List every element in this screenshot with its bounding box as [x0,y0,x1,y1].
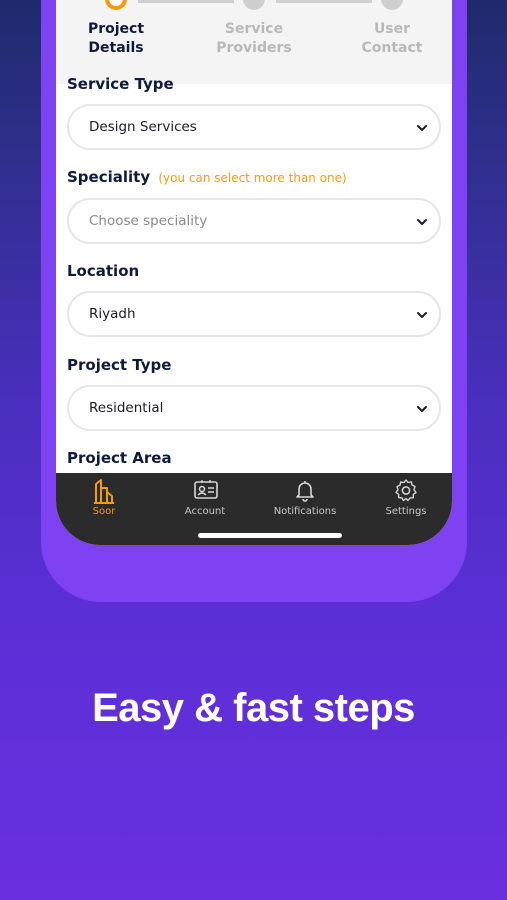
location-label: Location [67,262,140,280]
app-screen: Project Details Service Providers User C… [56,0,452,545]
step-label-line: Service [224,21,284,37]
chevron-down-icon [417,219,427,225]
tab-settings[interactable]: Settings [361,473,451,533]
project-type-value: Residential [89,400,164,416]
tab-label: Soor [92,506,116,517]
bell-icon [296,481,314,502]
chevron-down-icon [417,125,427,131]
tab-account[interactable]: Account [160,473,250,533]
chevron-down-icon [417,406,427,412]
speciality-label-row: Speciality (you can select more than one… [67,168,347,186]
project-area-label: Project Area [67,449,172,467]
location-select[interactable]: Riyadh [67,291,441,337]
project-type-select[interactable]: Residential [67,385,441,431]
service-type-value: Design Services [89,119,197,135]
soor-building-icon [94,479,114,504]
promo-headline: Easy & fast steps [92,686,415,730]
service-type-label: Service Type [67,75,174,93]
project-type-label: Project Type [67,356,172,374]
speciality-hint: (you can select more than one) [158,171,347,185]
gear-icon [395,479,417,502]
tab-soor[interactable]: Soor [59,473,149,533]
chevron-down-icon [417,312,427,318]
tab-label: Notifications [273,506,337,517]
step-indicator [243,0,265,10]
tab-notifications[interactable]: Notifications [260,473,350,533]
tab-label: Account [184,506,226,517]
step-indicator-active [105,0,127,10]
speciality-label: Speciality [67,168,151,186]
home-indicator [198,533,342,538]
id-card-icon [194,480,218,499]
progress-stepper: Project Details Service Providers User C… [56,0,452,84]
step-service-providers[interactable]: Service Providers [199,20,309,58]
stepper-connector [276,0,372,3]
step-user-contact[interactable]: User Contact [337,20,447,58]
step-label-line: Providers [216,40,292,56]
step-label-line: User [373,21,411,37]
step-label-line: Project [87,21,145,37]
speciality-select[interactable]: Choose speciality [67,198,441,244]
location-value: Riyadh [89,306,136,322]
speciality-placeholder: Choose speciality [89,213,208,229]
phone-frame: Project Details Service Providers User C… [41,0,467,602]
step-indicator [381,0,403,10]
stepper-connector [138,0,234,3]
step-project-details[interactable]: Project Details [61,20,171,58]
step-label-line: Contact [361,40,423,56]
step-label-line: Details [88,40,144,56]
tab-label: Settings [385,506,427,517]
service-type-select[interactable]: Design Services [67,104,441,150]
